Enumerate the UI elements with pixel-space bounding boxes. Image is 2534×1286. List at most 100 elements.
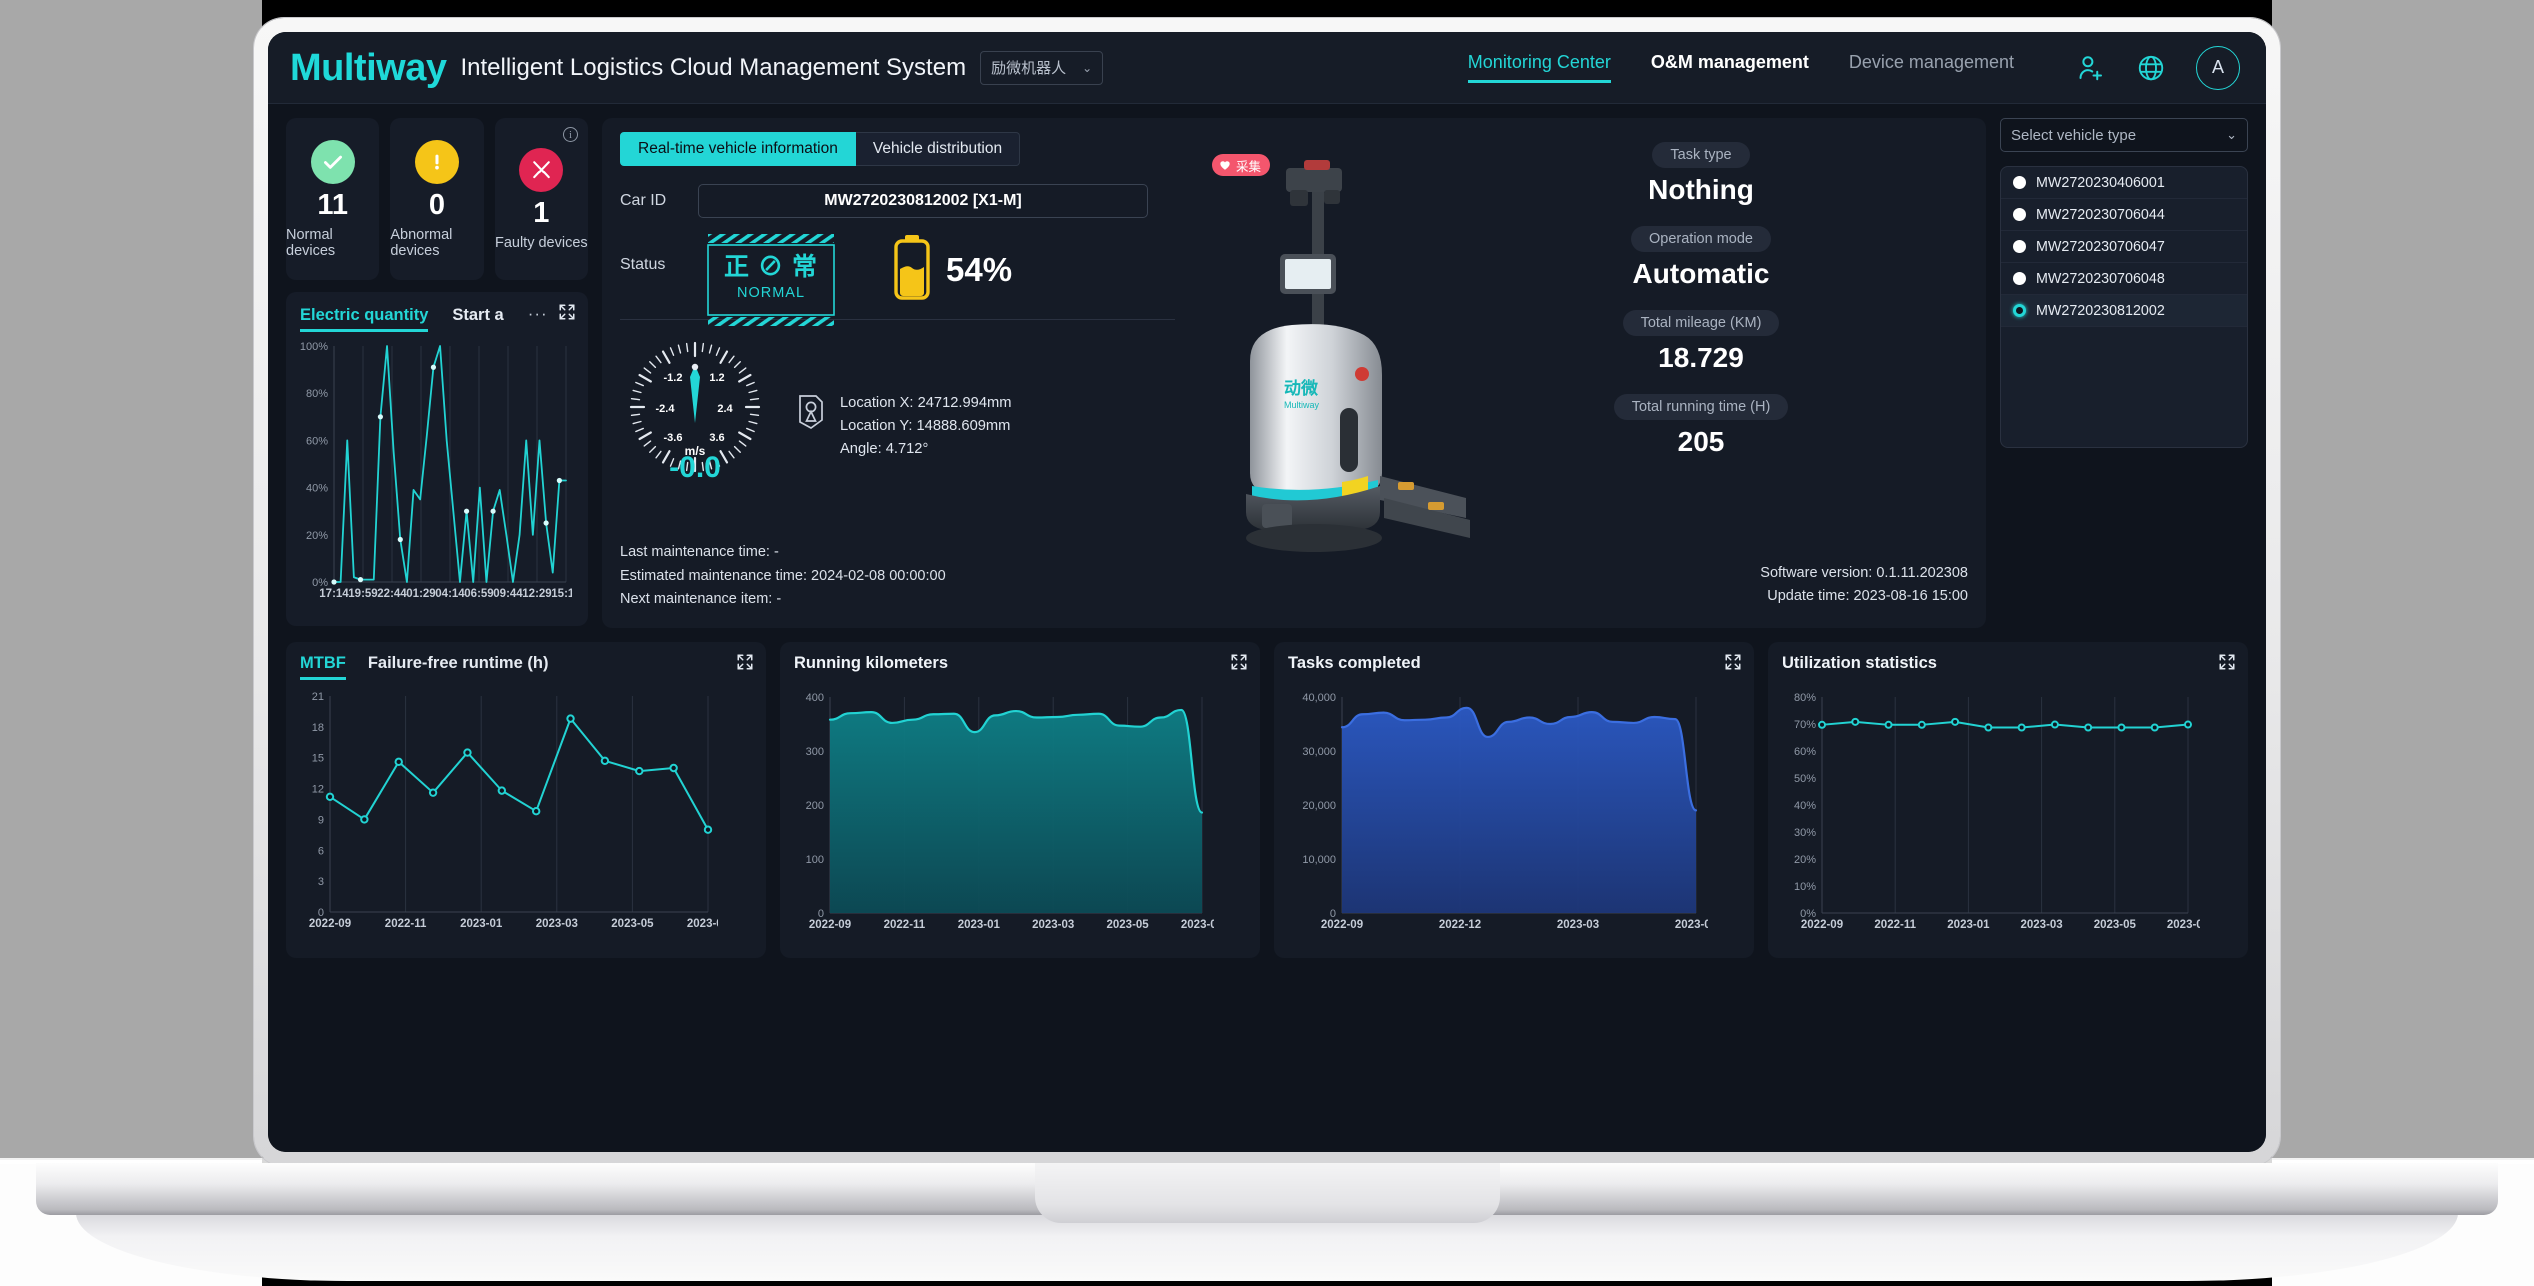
status-card-abnormal[interactable]: 0 Abnormal devices bbox=[390, 118, 484, 280]
stat-value: 18.729 bbox=[1658, 342, 1744, 373]
radio-icon[interactable] bbox=[2013, 240, 2026, 253]
vehicle-type-select[interactable]: Select vehicle type ⌄ bbox=[2000, 118, 2248, 152]
location-x: Location X: 24712.994mm bbox=[840, 395, 1012, 412]
svg-text:2023-05: 2023-05 bbox=[1106, 919, 1149, 931]
stat-total-running-time: Total running time (H) 205 bbox=[1606, 394, 1796, 458]
screenshot-stage: Multiway Intelligent Logistics Cloud Man… bbox=[0, 0, 2534, 1286]
robot-image: 采集 动微 Multiway bbox=[1202, 146, 1532, 576]
app-root: Multiway Intelligent Logistics Cloud Man… bbox=[268, 32, 2266, 1152]
stat-pill-label: Operation mode bbox=[1631, 226, 1771, 252]
svg-text:2.4: 2.4 bbox=[717, 403, 733, 415]
status-label: Abnormal devices bbox=[390, 226, 453, 259]
vehicle-type-placeholder: Select vehicle type bbox=[2011, 126, 2137, 144]
exclamation-icon bbox=[414, 139, 459, 184]
tab-vehicle-distribution[interactable]: Vehicle distribution bbox=[855, 132, 1021, 166]
add-user-icon[interactable] bbox=[2076, 53, 2106, 83]
status-card-faulty[interactable]: i 1 Faulty devices bbox=[494, 118, 588, 280]
car-id-label: Car ID bbox=[620, 192, 667, 209]
radio-icon[interactable] bbox=[2013, 176, 2026, 189]
svg-text:300: 300 bbox=[806, 746, 824, 758]
tab-start-a[interactable]: Start a bbox=[452, 306, 503, 332]
svg-text:20,000: 20,000 bbox=[1302, 800, 1336, 812]
car-id-field[interactable]: MW2720230812002 [X1-M] bbox=[698, 184, 1148, 218]
svg-text:2023-05: 2023-05 bbox=[2094, 919, 2137, 931]
chevron-down-icon: ⌄ bbox=[1082, 60, 1093, 75]
info-icon[interactable]: i bbox=[562, 127, 578, 142]
svg-text:-2.4: -2.4 bbox=[656, 403, 676, 415]
svg-text:40%: 40% bbox=[1794, 800, 1816, 812]
svg-text:-3.6: -3.6 bbox=[664, 432, 683, 444]
svg-text:2023-03: 2023-03 bbox=[536, 918, 578, 930]
radio-icon[interactable] bbox=[2013, 272, 2026, 285]
electric-quantity-card: Electric quantity Start a ··· 0% 20% 40% 60… bbox=[286, 292, 588, 626]
nav-om-management[interactable]: O&M management bbox=[1651, 52, 1809, 83]
svg-text:70%: 70% bbox=[1794, 719, 1816, 731]
svg-text:50%: 50% bbox=[1794, 773, 1816, 785]
vehicle-list-item-label: MW2720230406001 bbox=[2036, 174, 2165, 191]
nav-device-management[interactable]: Device management bbox=[1849, 52, 2014, 83]
svg-text:2023-05: 2023-05 bbox=[611, 918, 654, 930]
vehicle-card: Real-time vehicle information Vehicle di… bbox=[602, 118, 1986, 628]
tab-failure-free-runtime[interactable]: Failure-free runtime (h) bbox=[368, 654, 549, 680]
status-card-normal[interactable]: 11 Normal devices bbox=[286, 118, 380, 280]
svg-text:18: 18 bbox=[312, 722, 324, 734]
svg-text:80%: 80% bbox=[306, 388, 328, 400]
globe-icon[interactable] bbox=[2136, 53, 2166, 83]
brand-logo[interactable]: Multiway bbox=[290, 49, 447, 87]
battery-percent: 54% bbox=[946, 250, 1013, 288]
map-pin-icon bbox=[794, 392, 828, 435]
app-header: Multiway Intelligent Logistics Cloud Man… bbox=[268, 32, 2266, 104]
location-lines: Location X: 24712.994mm Location Y: 1488… bbox=[840, 392, 1011, 460]
location-block: Location X: 24712.994mm Location Y: 1488… bbox=[794, 392, 1011, 460]
vehicle-list[interactable]: MW2720230406001 MW2720230706044 MW27202307… bbox=[2000, 166, 2248, 448]
main-nav: Monitoring Center O&M management Device … bbox=[1467, 45, 2240, 90]
tools-icon bbox=[519, 147, 564, 192]
battery-indicator: 54% bbox=[892, 234, 1012, 305]
more-icon[interactable]: ··· bbox=[528, 304, 548, 332]
vehicle-list-item[interactable]: MW2720230406001 bbox=[2001, 167, 2247, 199]
svg-text:40,000: 40,000 bbox=[1302, 692, 1336, 704]
radio-selected-icon[interactable] bbox=[2013, 304, 2026, 317]
stat-value: Automatic bbox=[1632, 258, 1770, 289]
expand-icon[interactable] bbox=[1230, 653, 1248, 676]
vehicle-stats: Task type Nothing Operation mode Automat… bbox=[1606, 142, 1796, 478]
tab-mtbf[interactable]: MTBF bbox=[300, 654, 346, 680]
stat-pill-label: Total running time (H) bbox=[1613, 394, 1789, 420]
laptop-foot bbox=[76, 1213, 2458, 1281]
vehicle-list-item-label: MW2720230812002 bbox=[2036, 302, 2165, 319]
vehicle-list-item[interactable]: MW2720230706047 bbox=[2001, 231, 2247, 263]
svg-text:2022-11: 2022-11 bbox=[385, 918, 427, 930]
stat-operation-mode: Operation mode Automatic bbox=[1606, 226, 1796, 290]
status-count: 1 bbox=[533, 196, 550, 229]
svg-text:200: 200 bbox=[806, 800, 824, 812]
expand-icon[interactable] bbox=[558, 303, 576, 326]
page-title: Intelligent Logistics Cloud Management S… bbox=[460, 53, 967, 81]
vehicle-list-item[interactable]: MW2720230706044 bbox=[2001, 199, 2247, 231]
vehicle-info-panel: Real-time vehicle information Vehicle di… bbox=[602, 118, 1986, 628]
expand-icon[interactable] bbox=[1724, 653, 1742, 676]
svg-text:30%: 30% bbox=[1794, 827, 1816, 839]
radio-icon[interactable] bbox=[2013, 208, 2026, 221]
software-version: Software version: 0.1.11.202308 bbox=[1760, 564, 1968, 581]
tab-electric-quantity[interactable]: Electric quantity bbox=[300, 306, 429, 332]
vehicle-list-item[interactable]: MW2720230812002 bbox=[2001, 295, 2247, 327]
svg-text:2023-03: 2023-03 bbox=[1032, 919, 1074, 931]
svg-text:20%: 20% bbox=[306, 530, 328, 542]
vehicle-list-item[interactable]: MW2720230706048 bbox=[2001, 263, 2247, 295]
tenant-selector[interactable]: 励微机器人 ⌄ bbox=[980, 50, 1104, 85]
status-badge: 正 ⊘ 常 NORMAL bbox=[706, 234, 836, 326]
tab-realtime-vehicle-information[interactable]: Real-time vehicle information bbox=[620, 132, 856, 166]
check-icon bbox=[310, 139, 355, 184]
expand-icon[interactable] bbox=[2218, 653, 2236, 676]
tenant-label: 励微机器人 bbox=[991, 60, 1067, 77]
nav-monitoring-center[interactable]: Monitoring Center bbox=[1467, 52, 1611, 83]
collect-badge-label: 采集 bbox=[1236, 159, 1262, 174]
expand-icon[interactable] bbox=[736, 653, 754, 676]
stat-pill-label: Total mileage (KM) bbox=[1622, 310, 1780, 336]
svg-text:400: 400 bbox=[806, 692, 824, 704]
avatar[interactable]: A bbox=[2196, 45, 2240, 90]
svg-text:3.6: 3.6 bbox=[709, 432, 724, 444]
collect-badge: 采集 bbox=[1212, 154, 1271, 176]
svg-text:2022-09: 2022-09 bbox=[1801, 919, 1843, 931]
stat-total-mileage: Total mileage (KM) 18.729 bbox=[1606, 310, 1796, 374]
